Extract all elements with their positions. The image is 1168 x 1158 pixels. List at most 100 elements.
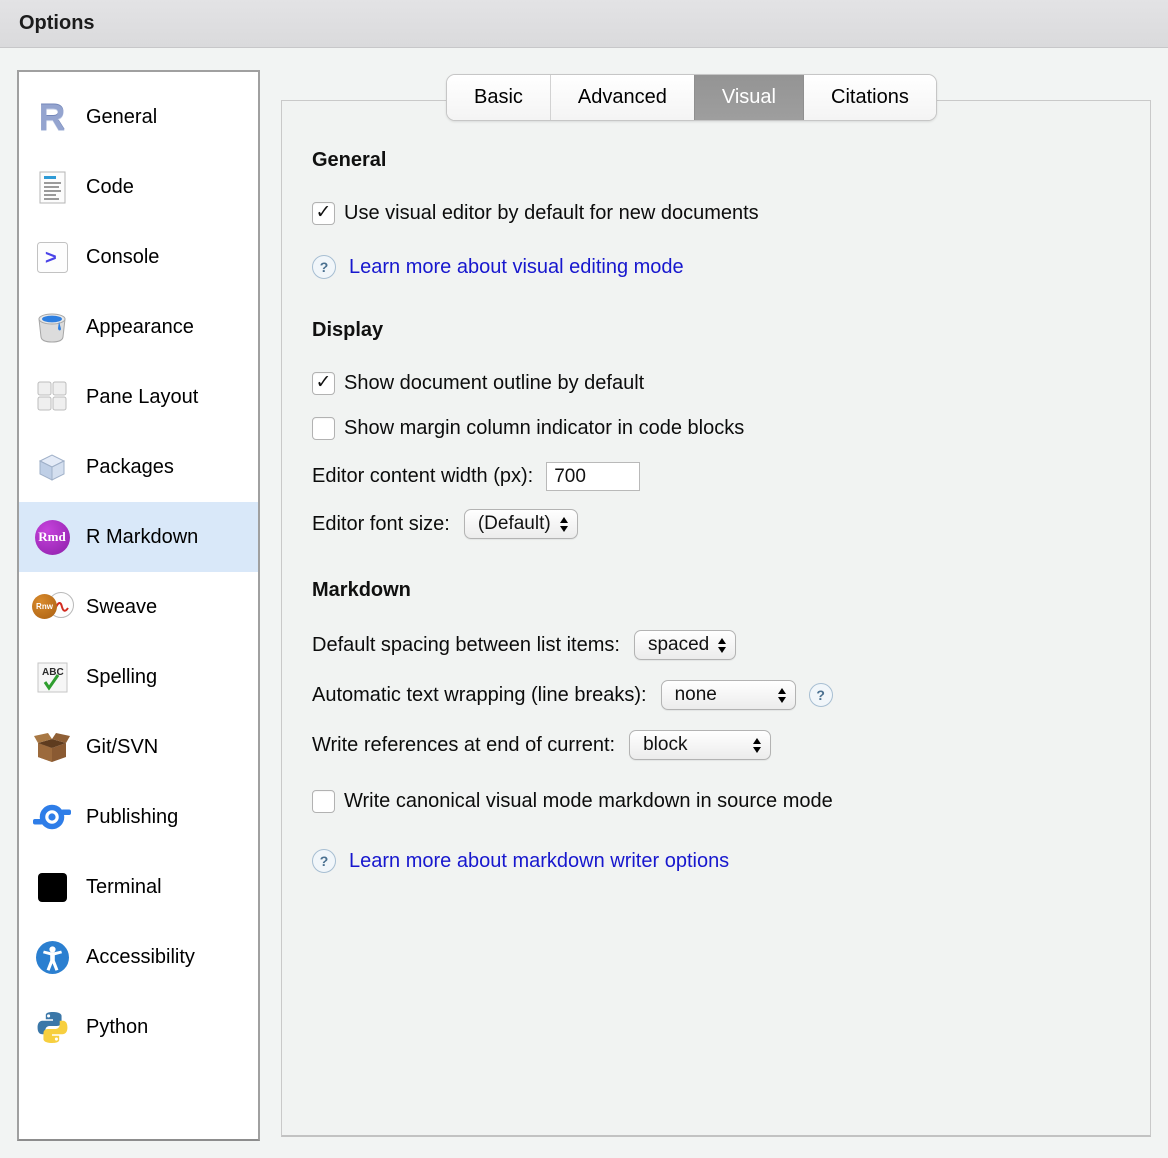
- font-size-row: Editor font size: (Default): [312, 509, 1120, 539]
- use-visual-editor-checkbox[interactable]: ✓: [312, 202, 335, 225]
- sidebar-item-label: Terminal: [86, 876, 162, 899]
- sidebar-item-pane-layout[interactable]: Pane Layout: [19, 362, 258, 432]
- sidebar-item-label: Python: [86, 1016, 148, 1039]
- checkmark-icon: ✓: [316, 373, 332, 392]
- stepper-arrows-icon: [753, 738, 761, 753]
- spellcheck-abc-icon: ABC: [31, 660, 73, 695]
- references-row: Write references at end of current: bloc…: [312, 730, 1120, 760]
- canonical-markdown-row: ✓ Write canonical visual mode markdown i…: [312, 790, 1120, 813]
- sidebar-item-r-markdown[interactable]: Rmd R Markdown: [19, 502, 258, 572]
- checkmark-icon: ✓: [316, 203, 332, 222]
- font-size-label: Editor font size:: [312, 513, 450, 536]
- show-outline-label[interactable]: Show document outline by default: [344, 372, 644, 395]
- help-icon[interactable]: ?: [312, 849, 336, 873]
- help-icon[interactable]: ?: [312, 255, 336, 279]
- visual-tab-panel: General ✓ Use visual editor by default f…: [281, 100, 1151, 1137]
- show-margin-label[interactable]: Show margin column indicator in code blo…: [344, 417, 744, 440]
- use-visual-editor-row: ✓ Use visual editor by default for new d…: [312, 202, 1120, 225]
- stepper-arrows-icon: [560, 517, 568, 532]
- sidebar-item-label: Console: [86, 246, 159, 269]
- display-section-heading: Display: [312, 319, 1120, 342]
- canonical-markdown-label[interactable]: Write canonical visual mode markdown in …: [344, 790, 833, 813]
- sidebar-item-label: R Markdown: [86, 526, 198, 549]
- sidebar-item-label: Code: [86, 176, 134, 199]
- sidebar-item-packages[interactable]: Packages: [19, 432, 258, 502]
- text-wrapping-selected-value: none: [675, 684, 717, 706]
- show-margin-checkbox[interactable]: ✓: [312, 417, 335, 440]
- content-width-label: Editor content width (px):: [312, 465, 533, 488]
- sidebar-item-label: Accessibility: [86, 946, 195, 969]
- sidebar-item-spelling[interactable]: ABC Spelling: [19, 642, 258, 712]
- code-document-icon: [31, 171, 73, 204]
- sidebar-item-label: Sweave: [86, 596, 157, 619]
- content-width-input[interactable]: [546, 462, 640, 491]
- sidebar-item-label: Appearance: [86, 316, 194, 339]
- sidebar-item-label: Spelling: [86, 666, 157, 689]
- accessibility-icon: [31, 940, 73, 975]
- console-prompt-icon: >: [31, 242, 73, 273]
- sidebar-item-publishing[interactable]: Publishing: [19, 782, 258, 852]
- list-spacing-label: Default spacing between list items:: [312, 634, 620, 657]
- content-width-row: Editor content width (px):: [312, 462, 1120, 491]
- window-title: Options: [19, 12, 95, 35]
- learn-markdown-writer-link[interactable]: Learn more about markdown writer options: [349, 850, 729, 873]
- terminal-icon: [31, 873, 73, 902]
- svg-text:>: >: [45, 247, 57, 269]
- markdown-writer-help-row: ? Learn more about markdown writer optio…: [312, 849, 1120, 873]
- python-icon: [31, 1010, 73, 1045]
- list-spacing-selected-value: spaced: [648, 634, 709, 656]
- sweave-rnw-pdf-icon: Rnw: [31, 592, 73, 622]
- sidebar-item-label: Git/SVN: [86, 736, 158, 759]
- tab-basic[interactable]: Basic: [447, 75, 550, 120]
- tab-advanced[interactable]: Advanced: [550, 75, 694, 120]
- sidebar-item-console[interactable]: > Console: [19, 222, 258, 292]
- general-section-heading: General: [312, 149, 1120, 172]
- show-outline-checkbox[interactable]: ✓: [312, 372, 335, 395]
- use-visual-editor-label[interactable]: Use visual editor by default for new doc…: [344, 202, 759, 225]
- rmarkdown-badge-icon: Rmd: [31, 520, 73, 555]
- paint-bucket-icon: [31, 309, 73, 345]
- references-selected-value: block: [643, 734, 687, 756]
- sidebar-item-label: General: [86, 106, 157, 129]
- list-spacing-row: Default spacing between list items: spac…: [312, 630, 1120, 660]
- canonical-markdown-checkbox[interactable]: ✓: [312, 790, 335, 813]
- markdown-section-heading: Markdown: [312, 579, 1120, 602]
- publishing-connect-icon: [31, 801, 73, 833]
- sidebar-item-label: Publishing: [86, 806, 178, 829]
- package-cube-icon: [31, 449, 73, 485]
- sidebar-item-label: Packages: [86, 456, 174, 479]
- learn-visual-editing-link[interactable]: Learn more about visual editing mode: [349, 256, 684, 279]
- sidebar-item-git-svn[interactable]: Git/SVN: [19, 712, 258, 782]
- show-margin-row: ✓ Show margin column indicator in code b…: [312, 417, 1120, 440]
- r-logo-icon: R: [31, 99, 73, 136]
- window-titlebar: Options: [0, 0, 1168, 48]
- stepper-arrows-icon: [718, 638, 726, 653]
- rmarkdown-tabbar: Basic Advanced Visual Citations: [446, 74, 937, 121]
- references-label: Write references at end of current:: [312, 734, 615, 757]
- sidebar-item-python[interactable]: Python: [19, 992, 258, 1062]
- list-spacing-select[interactable]: spaced: [634, 630, 736, 660]
- text-wrapping-row: Automatic text wrapping (line breaks): n…: [312, 680, 1120, 710]
- svg-text:ABC: ABC: [42, 667, 64, 678]
- sidebar-item-code[interactable]: Code: [19, 152, 258, 222]
- sidebar-item-terminal[interactable]: Terminal: [19, 852, 258, 922]
- visual-editing-help-row: ? Learn more about visual editing mode: [312, 255, 1120, 279]
- sidebar-item-general[interactable]: R General: [19, 82, 258, 152]
- sidebar-item-label: Pane Layout: [86, 386, 198, 409]
- font-size-select[interactable]: (Default): [464, 509, 578, 539]
- sidebar-item-appearance[interactable]: Appearance: [19, 292, 258, 362]
- git-svn-box-icon: [31, 730, 73, 764]
- stepper-arrows-icon: [778, 688, 786, 703]
- text-wrapping-label: Automatic text wrapping (line breaks):: [312, 684, 647, 707]
- tab-citations[interactable]: Citations: [803, 75, 936, 120]
- help-icon[interactable]: ?: [809, 683, 833, 707]
- text-wrapping-select[interactable]: none: [661, 680, 796, 710]
- tab-visual[interactable]: Visual: [694, 75, 803, 120]
- show-outline-row: ✓ Show document outline by default: [312, 372, 1120, 395]
- font-size-selected-value: (Default): [478, 513, 551, 535]
- references-select[interactable]: block: [629, 730, 771, 760]
- sidebar-item-accessibility[interactable]: Accessibility: [19, 922, 258, 992]
- sidebar-item-sweave[interactable]: Rnw Sweave: [19, 572, 258, 642]
- pane-grid-icon: [31, 379, 73, 415]
- options-category-sidebar: R General Code > Console Appearance Pane…: [17, 70, 260, 1141]
